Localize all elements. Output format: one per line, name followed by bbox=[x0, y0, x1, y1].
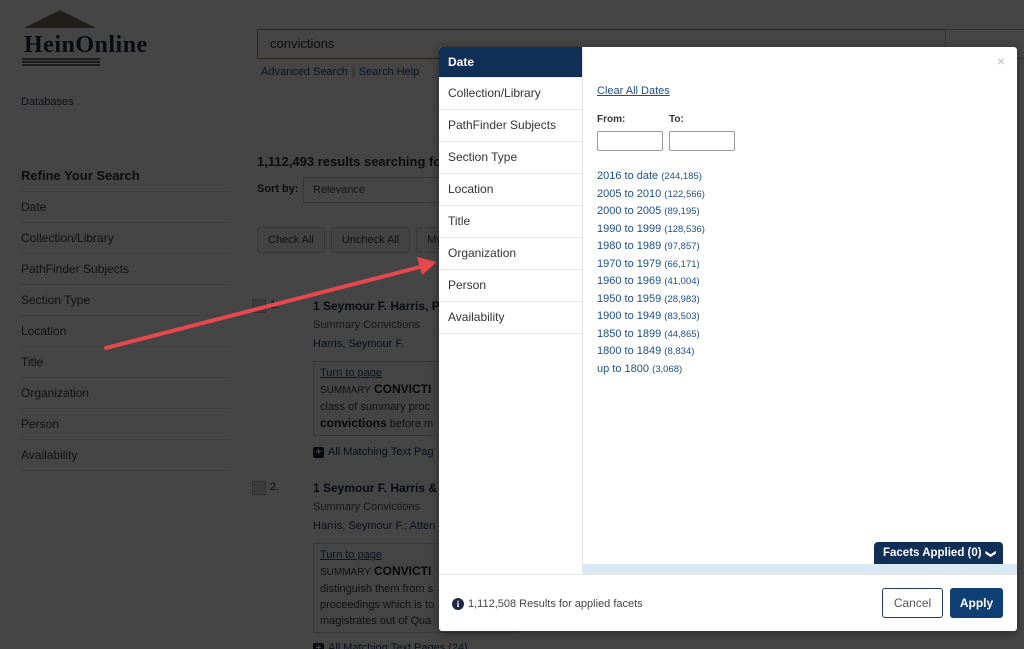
facet-tab-person[interactable]: Person bbox=[439, 270, 582, 302]
facet-tab-date[interactable]: Date bbox=[439, 47, 582, 78]
date-range-count: (41,004) bbox=[664, 276, 700, 287]
date-range-count: (83,503) bbox=[664, 311, 700, 322]
date-range-label: 1990 to 1999 bbox=[597, 222, 662, 235]
facets-applied-label: Facets Applied (0) bbox=[882, 547, 982, 559]
date-range-count: (8,834) bbox=[664, 346, 695, 357]
date-range-option[interactable]: 1980 to 1989 (97,857) bbox=[597, 238, 997, 256]
date-range-option[interactable]: 1850 to 1899 (44,865) bbox=[597, 326, 997, 344]
date-range-count: (244,185) bbox=[661, 171, 702, 182]
date-range-label: 1960 to 1969 bbox=[597, 275, 662, 287]
date-range-label: 2000 to 2005 bbox=[597, 205, 662, 217]
facet-tab-location[interactable]: Location bbox=[439, 174, 582, 206]
date-range-option[interactable]: 1960 to 1969 (41,004) bbox=[597, 273, 997, 291]
facet-tab-pathfinder[interactable]: PathFinder Subjects bbox=[439, 110, 582, 142]
date-range-label: 1900 to 1949 bbox=[597, 310, 662, 322]
date-range-count: (3,068) bbox=[652, 363, 683, 375]
facet-tab-collection[interactable]: Collection/Library bbox=[439, 78, 582, 110]
chevron-down-icon: ❯ bbox=[984, 549, 996, 559]
date-range-option[interactable]: 1950 to 1959 (28,983) bbox=[597, 291, 997, 309]
date-range-label: 1950 to 1959 bbox=[597, 292, 662, 305]
date-range-labels: From: To: bbox=[597, 114, 997, 125]
cancel-button[interactable]: Cancel bbox=[882, 588, 943, 618]
info-icon: i bbox=[452, 598, 464, 610]
date-range-option[interactable]: 2005 to 2010 (122,566) bbox=[597, 186, 997, 204]
date-range-count: (28,983) bbox=[664, 293, 700, 305]
date-range-label: 2005 to 2010 bbox=[597, 187, 662, 200]
close-icon[interactable]: × bbox=[997, 53, 1005, 69]
date-range-option[interactable]: 1990 to 1999 (128,536) bbox=[597, 221, 997, 239]
facets-applied-toggle[interactable]: Facets Applied (0) ❯ bbox=[873, 542, 1003, 564]
facets-applied-bar bbox=[583, 564, 1017, 574]
apply-button[interactable]: Apply bbox=[950, 588, 1003, 618]
results-info-text: 1,112,508 Results for applied facets bbox=[468, 598, 643, 610]
date-range-label: up to 1800 bbox=[597, 362, 649, 375]
date-range-option[interactable]: 1970 to 1979 (66,171) bbox=[597, 256, 997, 274]
date-range-inputs bbox=[597, 131, 997, 151]
date-range-label: 1850 to 1899 bbox=[597, 327, 662, 340]
date-range-label: 2016 to date bbox=[597, 170, 659, 182]
facet-modal: Date Collection/Library PathFinder Subje… bbox=[439, 47, 1017, 631]
from-date-input[interactable] bbox=[597, 131, 663, 151]
date-range-count: (97,857) bbox=[664, 241, 700, 252]
date-range-label: 1800 to 1849 bbox=[597, 345, 662, 357]
date-range-list: 2016 to date (244,185) 2005 to 2010 (122… bbox=[597, 168, 997, 378]
to-label: To: bbox=[669, 114, 684, 125]
facet-tab-section-type[interactable]: Section Type bbox=[439, 142, 582, 174]
date-range-count: (128,536) bbox=[664, 223, 705, 235]
date-range-option[interactable]: up to 1800 (3,068) bbox=[597, 361, 997, 379]
clear-all-dates-link[interactable]: Clear All Dates bbox=[597, 85, 997, 97]
date-range-option[interactable]: 1800 to 1849 (8,834) bbox=[597, 343, 997, 361]
results-info: i 1,112,508 Results for applied facets bbox=[452, 598, 643, 610]
modal-footer: i 1,112,508 Results for applied facets C… bbox=[439, 574, 1017, 631]
from-label: From: bbox=[597, 114, 626, 125]
facet-tab-title[interactable]: Title bbox=[439, 206, 582, 238]
facet-tab-list: Date Collection/Library PathFinder Subje… bbox=[439, 47, 583, 574]
date-range-count: (44,865) bbox=[664, 328, 700, 340]
date-range-option[interactable]: 2016 to date (244,185) bbox=[597, 168, 997, 186]
facet-tab-availability[interactable]: Availability bbox=[439, 302, 582, 334]
date-range-label: 1980 to 1989 bbox=[597, 240, 662, 252]
facet-tab-organization[interactable]: Organization bbox=[439, 238, 582, 270]
date-facet-panel: Clear All Dates From: To: 2016 to date (… bbox=[597, 85, 997, 378]
date-range-option[interactable]: 1900 to 1949 (83,503) bbox=[597, 308, 997, 326]
date-range-count: (122,566) bbox=[664, 188, 705, 200]
date-range-count: (89,195) bbox=[664, 206, 700, 217]
date-range-label: 1970 to 1979 bbox=[597, 257, 662, 270]
date-range-option[interactable]: 2000 to 2005 (89,195) bbox=[597, 203, 997, 221]
to-date-input[interactable] bbox=[669, 131, 735, 151]
date-range-count: (66,171) bbox=[664, 258, 700, 270]
